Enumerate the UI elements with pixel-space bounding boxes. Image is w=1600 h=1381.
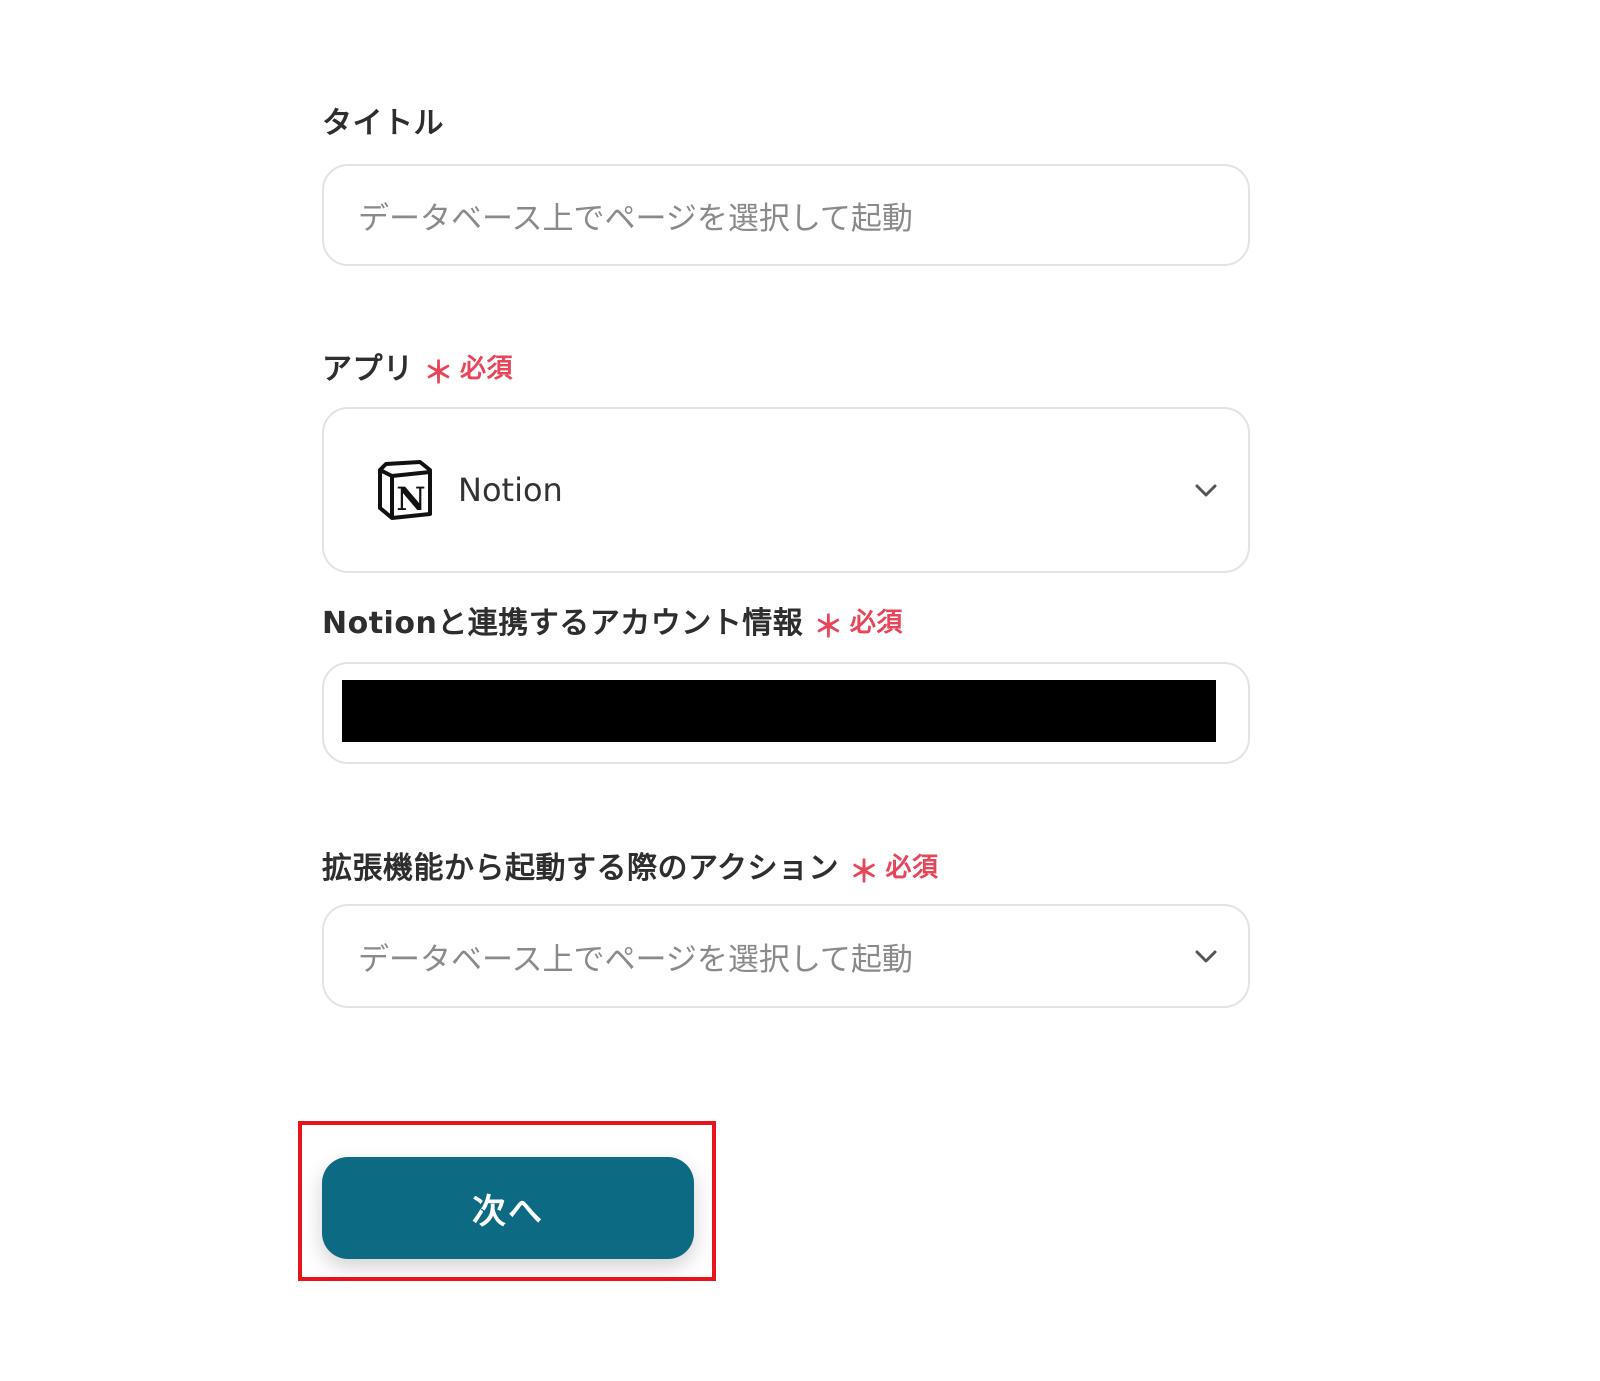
app-label-text: アプリ	[322, 352, 414, 387]
app-select[interactable]: N Notion	[322, 407, 1250, 573]
action-select-value: データベース上でページを選択して起動	[358, 941, 913, 978]
chevron-down-icon[interactable]	[1194, 944, 1218, 968]
svg-text:N: N	[396, 480, 425, 518]
required-badge: ＊ 必須	[849, 843, 939, 891]
required-text: 必須	[885, 852, 939, 883]
required-text: 必須	[460, 353, 514, 384]
required-text: 必須	[849, 607, 903, 638]
app-label: アプリ ＊ 必須	[322, 344, 514, 392]
title-label: タイトル	[322, 98, 444, 142]
action-label-text: 拡張機能から起動する際のアクション	[322, 851, 839, 886]
action-label: 拡張機能から起動する際のアクション ＊ 必須	[322, 843, 939, 891]
notion-logo-icon: N	[378, 460, 432, 520]
required-asterisk: ＊	[849, 855, 880, 890]
required-asterisk: ＊	[423, 356, 454, 391]
account-label: Notionと連携するアカウント情報 ＊ 必須	[322, 598, 903, 646]
required-asterisk: ＊	[813, 610, 844, 645]
required-badge: ＊ 必須	[424, 344, 514, 392]
chevron-down-icon[interactable]	[1194, 478, 1218, 502]
account-select[interactable]	[322, 662, 1250, 764]
title-input-value: データベース上でページを選択して起動	[358, 200, 913, 237]
action-select[interactable]: データベース上でページを選択して起動	[322, 904, 1250, 1008]
required-badge: ＊ 必須	[813, 598, 903, 646]
account-label-text: Notionと連携するアカウント情報	[322, 606, 804, 641]
title-label-text: タイトル	[322, 106, 444, 141]
highlight-annotation	[298, 1121, 716, 1281]
title-input[interactable]: データベース上でページを選択して起動	[322, 164, 1250, 266]
selected-app-name: Notion	[458, 471, 563, 509]
redacted-account-info	[342, 680, 1216, 742]
